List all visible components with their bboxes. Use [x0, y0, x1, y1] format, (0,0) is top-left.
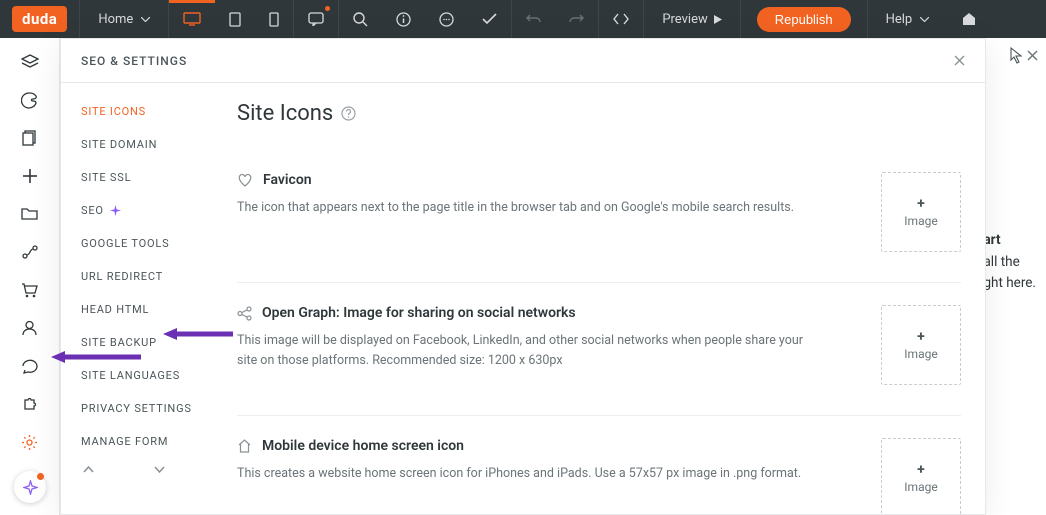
settings-side-nav: Site Icons Site Domain Site SSL SEO Goog…	[61, 83, 213, 514]
undo-button[interactable]	[512, 0, 555, 38]
duda-logo[interactable]: duda	[12, 6, 67, 32]
page-selector[interactable]: Home	[80, 0, 168, 38]
notification-dot-icon	[325, 6, 330, 11]
nav-site-ssl[interactable]: Site SSL	[61, 161, 213, 194]
comments-button[interactable]	[294, 0, 338, 38]
separator	[740, 0, 741, 38]
background-cursor-hint	[1009, 46, 1038, 64]
nav-scroll-up-button[interactable]	[83, 466, 94, 473]
page-selector-label: Home	[98, 12, 133, 27]
seo-settings-panel: SEO & SETTINGS Site Icons Site Domain Si…	[60, 38, 986, 515]
mobile-icon-section: Mobile device home screen icon This crea…	[237, 416, 961, 514]
search-button[interactable]	[339, 0, 382, 38]
background-text: art all the ght here.	[983, 230, 1036, 295]
republish-button[interactable]: Republish	[757, 7, 851, 32]
close-panel-button[interactable]	[954, 55, 965, 66]
nav-site-languages[interactable]: Site Languages	[61, 359, 213, 392]
og-title: Open Graph: Image for sharing on social …	[262, 305, 576, 321]
panel-title: SEO & SETTINGS	[81, 54, 187, 68]
top-bar: duda Home Preview	[0, 0, 1046, 38]
nav-head-html[interactable]: Head HTML	[61, 293, 213, 326]
nav-site-domain[interactable]: Site Domain	[61, 128, 213, 161]
add-icon[interactable]	[20, 166, 40, 186]
cart-icon[interactable]	[20, 280, 40, 300]
tablet-view-button[interactable]	[215, 0, 255, 38]
preview-label: Preview	[662, 12, 707, 27]
mobile-view-button[interactable]	[255, 0, 293, 38]
upload-label: Image	[904, 347, 937, 361]
plus-icon: +	[917, 196, 925, 212]
share-icon	[237, 306, 252, 321]
preview-button[interactable]: Preview	[644, 0, 739, 38]
connections-icon[interactable]	[20, 242, 40, 262]
content-title-text: Site Icons	[237, 101, 333, 126]
home-button[interactable]	[947, 0, 991, 38]
chat-icon[interactable]	[20, 356, 40, 376]
settings-icon[interactable]	[20, 432, 40, 452]
content-title: Site Icons	[237, 101, 961, 126]
settings-content: Site Icons Favicon The icon that appears…	[213, 83, 985, 514]
redo-button[interactable]	[555, 0, 598, 38]
folder-icon[interactable]	[20, 204, 40, 224]
nav-seo[interactable]: SEO	[61, 194, 213, 227]
mobile-desc: This creates a website home screen icon …	[237, 464, 821, 484]
desktop-view-button[interactable]	[169, 0, 215, 38]
og-upload[interactable]: + Image	[881, 305, 961, 385]
nav-site-icons[interactable]: Site Icons	[61, 95, 213, 128]
palette-icon[interactable]	[20, 90, 40, 110]
layers-icon[interactable]	[20, 52, 40, 72]
favicon-desc: The icon that appears next to the page t…	[237, 198, 821, 218]
nav-manage-form[interactable]: Manage Form	[61, 425, 213, 458]
sparkle-icon	[110, 205, 121, 216]
bg-line-2: all the	[983, 252, 1036, 274]
bg-heading-suffix: art	[983, 232, 1000, 248]
home-icon	[237, 439, 252, 453]
favicon-title: Favicon	[263, 172, 312, 188]
og-desc: This image will be displayed on Facebook…	[237, 331, 821, 371]
help-icon[interactable]	[341, 106, 356, 121]
info-button[interactable]	[382, 0, 425, 38]
puzzle-icon[interactable]	[20, 394, 40, 414]
upload-label: Image	[904, 214, 937, 228]
nav-privacy-settings[interactable]: Privacy Settings	[61, 392, 213, 425]
plus-icon: +	[917, 462, 925, 478]
bg-line-3: ght here.	[983, 273, 1036, 295]
ai-assist-fab[interactable]	[14, 471, 46, 503]
plus-icon: +	[917, 329, 925, 345]
panel-header: SEO & SETTINGS	[61, 39, 985, 83]
user-icon[interactable]	[20, 318, 40, 338]
favicon-upload[interactable]: + Image	[881, 172, 961, 252]
chevron-down-icon	[141, 17, 150, 22]
mobile-title: Mobile device home screen icon	[262, 438, 464, 454]
dev-mode-button[interactable]	[599, 0, 643, 38]
help-label: Help	[886, 12, 913, 27]
nav-url-redirect[interactable]: URL Redirect	[61, 260, 213, 293]
heart-icon	[237, 173, 253, 187]
nav-scroll-down-button[interactable]	[154, 466, 165, 473]
help-menu[interactable]: Help	[868, 0, 948, 38]
left-rail	[0, 38, 60, 515]
chevron-down-icon	[920, 17, 929, 22]
nav-site-backup[interactable]: Site Backup	[61, 326, 213, 359]
favicon-section: Favicon The icon that appears next to th…	[237, 150, 961, 283]
chat-button[interactable]	[425, 0, 468, 38]
play-icon	[714, 15, 722, 24]
upload-label: Image	[904, 480, 937, 494]
check-button[interactable]	[468, 0, 511, 38]
pages-icon[interactable]	[20, 128, 40, 148]
mobile-upload[interactable]: + Image	[881, 438, 961, 514]
nav-seo-label: SEO	[81, 204, 104, 217]
nav-google-tools[interactable]: Google Tools	[61, 227, 213, 260]
open-graph-section: Open Graph: Image for sharing on social …	[237, 283, 961, 416]
